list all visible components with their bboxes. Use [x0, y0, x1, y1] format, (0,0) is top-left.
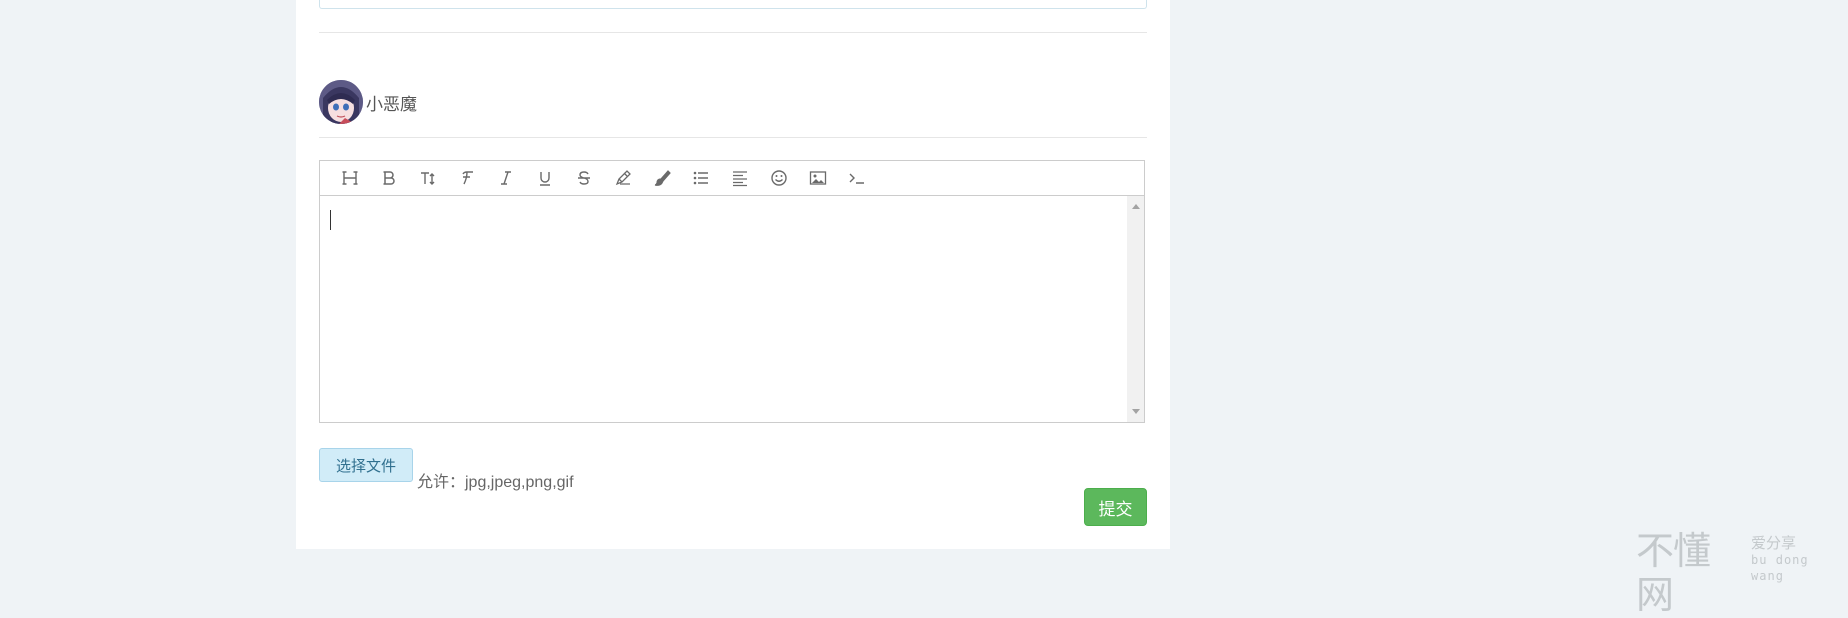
code-icon[interactable] — [837, 161, 876, 195]
submit-button[interactable]: 提交 — [1084, 488, 1147, 526]
watermark-sub: 爱分享 — [1751, 535, 1797, 552]
text-caret — [330, 210, 331, 230]
background-color-icon[interactable] — [642, 161, 681, 195]
scroll-up-icon[interactable] — [1132, 204, 1140, 209]
rich-text-editor — [319, 160, 1145, 423]
editor-toolbar — [320, 161, 1144, 196]
list-icon[interactable] — [681, 161, 720, 195]
underline-icon[interactable] — [525, 161, 564, 195]
watermark-logo: 不懂网 爱分享 bu dong wang — [1636, 530, 1848, 617]
divider — [319, 137, 1147, 138]
username[interactable]: 小恶魔 — [366, 90, 417, 115]
comment-user: 小恶魔 — [319, 79, 417, 125]
avatar[interactable] — [319, 80, 363, 124]
image-icon[interactable] — [798, 161, 837, 195]
comment-panel: 小恶魔 选择文件 允许：jpg,jpeg,png,gif 提交 — [296, 0, 1170, 549]
align-icon[interactable] — [720, 161, 759, 195]
watermark-main: 不懂网 — [1636, 531, 1711, 617]
emoticon-icon[interactable] — [759, 161, 798, 195]
watermark-side: 爱分享 bu dong wang — [1751, 536, 1848, 584]
font-size-icon[interactable] — [408, 161, 447, 195]
editor-textarea[interactable] — [320, 196, 1144, 422]
italic-icon[interactable] — [486, 161, 525, 195]
previous-editor-edge — [319, 0, 1147, 9]
font-color-icon[interactable] — [603, 161, 642, 195]
strikethrough-icon[interactable] — [564, 161, 603, 195]
choose-file-button[interactable]: 选择文件 — [319, 448, 413, 482]
allowed-file-types: 允许：jpg,jpeg,png,gif — [417, 474, 574, 491]
heading-icon[interactable] — [330, 161, 369, 195]
bold-icon[interactable] — [369, 161, 408, 195]
scroll-down-icon[interactable] — [1132, 409, 1140, 414]
watermark-pinyin: bu dong wang — [1751, 553, 1809, 583]
divider — [319, 32, 1147, 33]
font-family-icon[interactable] — [447, 161, 486, 195]
editor-scrollbar[interactable] — [1127, 196, 1144, 422]
